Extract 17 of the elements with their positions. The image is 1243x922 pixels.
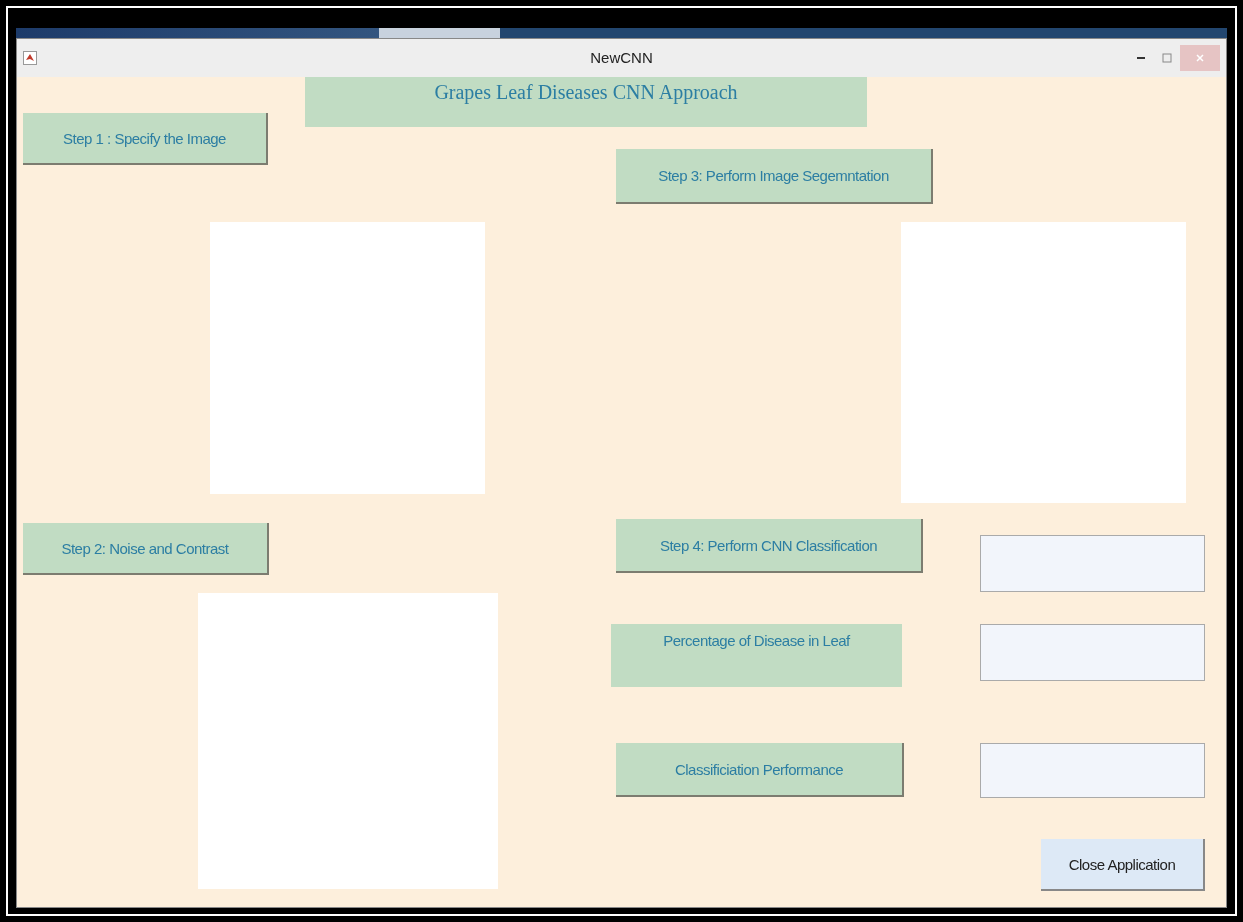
- maximize-icon: [1162, 53, 1172, 63]
- close-icon: [1195, 53, 1205, 63]
- step-button[interactable]: Step 3: Perform Image Segemntation: [616, 149, 933, 204]
- result-field[interactable]: [980, 624, 1205, 681]
- step-button[interactable]: Classificiation Performance: [616, 743, 904, 797]
- window-title: NewCNN: [590, 49, 653, 66]
- minimize-icon: [1136, 56, 1146, 60]
- step-button[interactable]: Step 1 : Specify the Image: [23, 113, 268, 165]
- close-application-button[interactable]: Close Application: [1041, 839, 1205, 891]
- result-field[interactable]: [980, 535, 1205, 592]
- step-button[interactable]: Step 4: Perform CNN Classification: [616, 519, 923, 573]
- app-icon[interactable]: [23, 51, 37, 65]
- app-heading: Grapes Leaf Diseases CNN Approach: [305, 77, 867, 127]
- close-button[interactable]: [1180, 45, 1220, 71]
- result-field[interactable]: [980, 743, 1205, 798]
- result-label: Percentage of Disease in Leaf: [611, 624, 902, 687]
- step-button[interactable]: Step 2: Noise and Contrast: [23, 523, 269, 575]
